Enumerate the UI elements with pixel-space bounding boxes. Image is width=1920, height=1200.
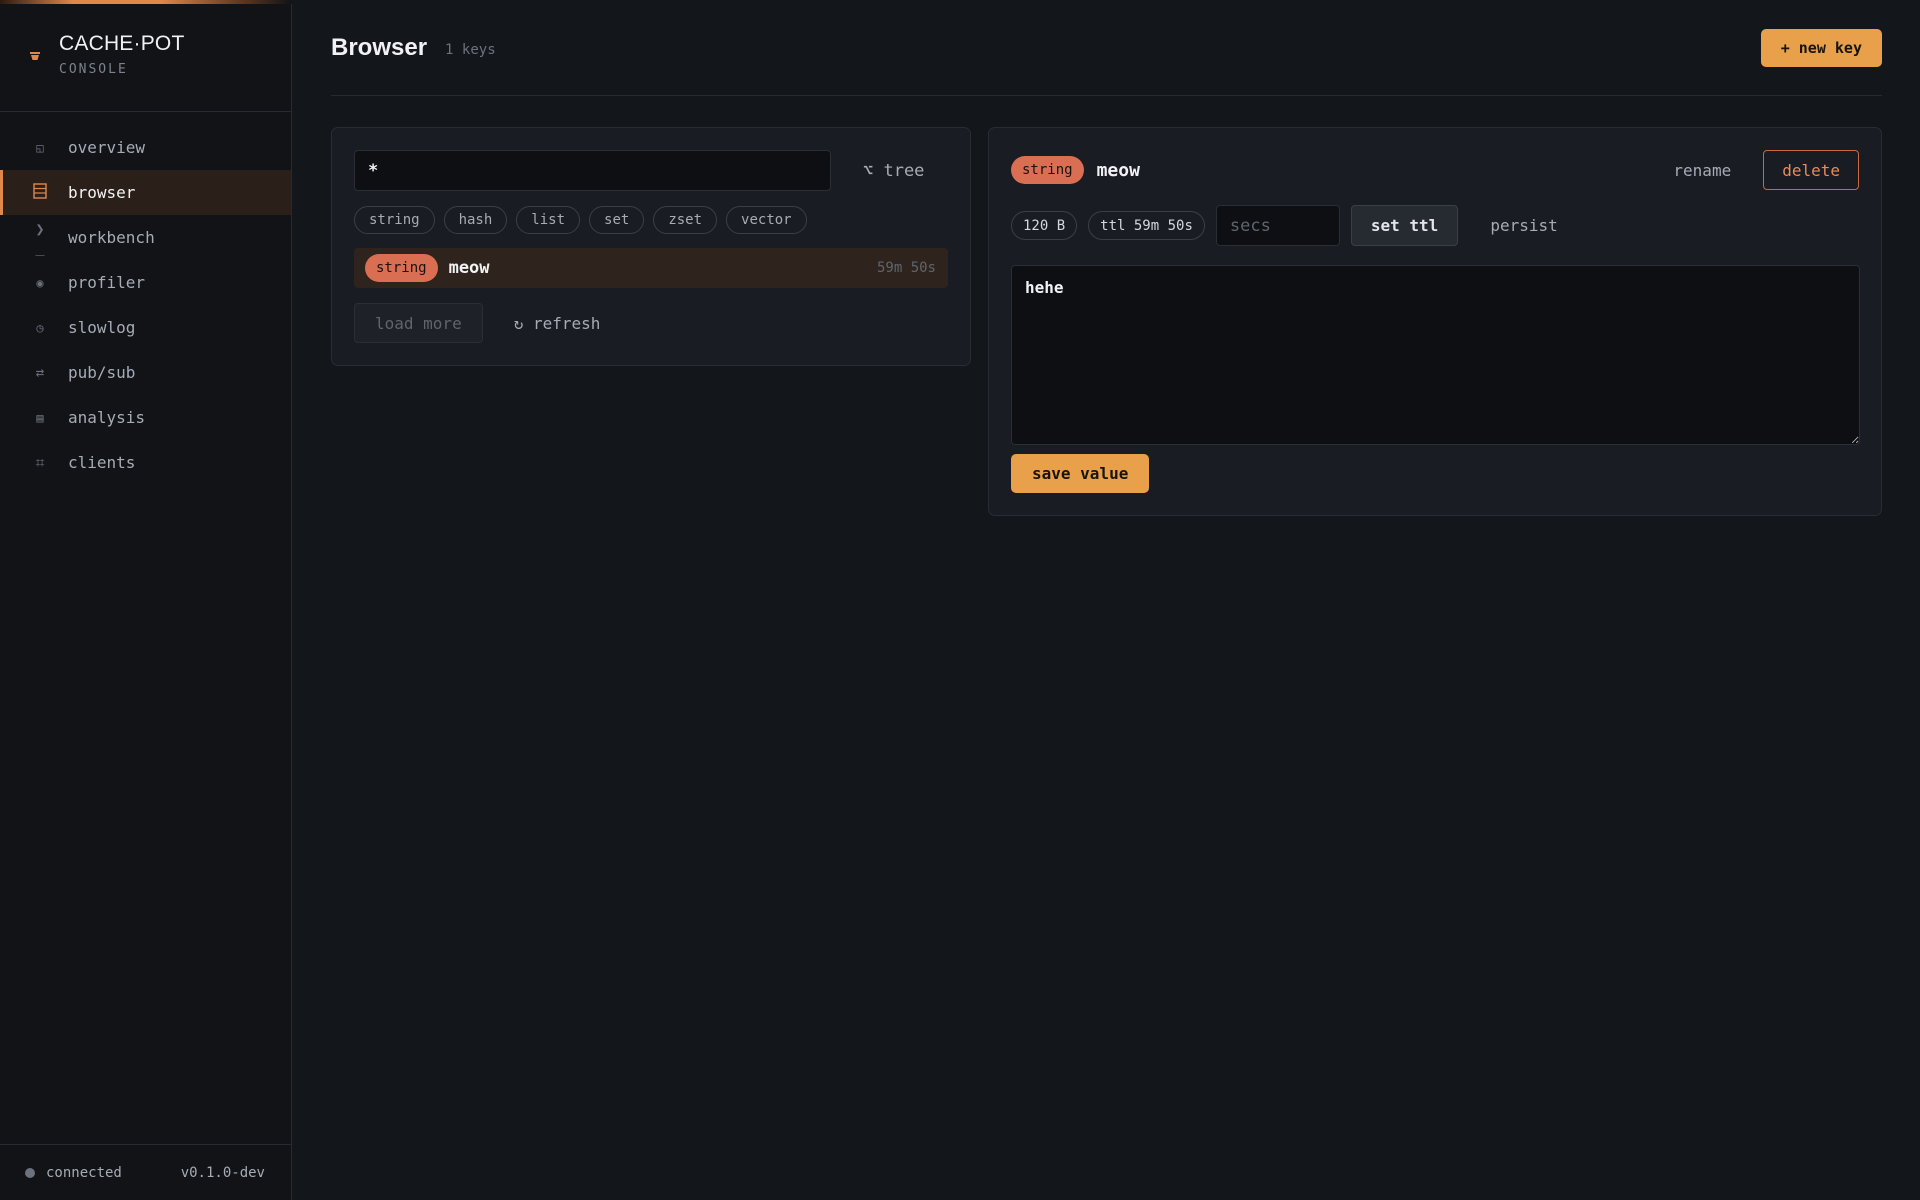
- sidebar-item-label: pub/sub: [68, 363, 136, 382]
- panels: ⌥ tree string hash list set zset vector …: [331, 127, 1882, 516]
- delete-button[interactable]: delete: [1763, 150, 1859, 190]
- detail-header: string meow rename delete: [1011, 150, 1859, 190]
- refresh-button[interactable]: ↻ refresh: [514, 314, 601, 333]
- app-version: v0.1.0-dev: [180, 1164, 265, 1181]
- size-badge: 120 B: [1011, 211, 1078, 240]
- connection-status: connected: [46, 1164, 122, 1181]
- sidebar-item-overview[interactable]: ◱ overview: [0, 125, 291, 170]
- analysis-icon: ▤: [36, 410, 44, 425]
- persist-button[interactable]: persist: [1490, 216, 1557, 235]
- page-title: Browser: [331, 33, 428, 61]
- sidebar-nav: ◱ overview browser ❯_ workbench ◉ profil…: [0, 112, 291, 485]
- key-pattern-input[interactable]: [354, 150, 831, 191]
- filter-chip-vector[interactable]: vector: [726, 206, 807, 234]
- filter-chip-string[interactable]: string: [354, 206, 435, 234]
- save-value-button[interactable]: save value: [1011, 454, 1150, 493]
- sidebar: CACHE·POT CONSOLE ◱ overview browser ❯_ …: [0, 0, 292, 1200]
- type-filter-chips: string hash list set zset vector: [354, 206, 948, 234]
- new-key-button[interactable]: + new key: [1760, 28, 1882, 67]
- sidebar-item-clients[interactable]: ⌗ clients: [0, 440, 291, 485]
- sidebar-item-label: analysis: [68, 408, 146, 427]
- sidebar-item-label: workbench: [68, 228, 155, 247]
- ttl-seconds-input[interactable]: [1215, 205, 1340, 246]
- search-row: ⌥ tree: [354, 150, 948, 191]
- sidebar-item-workbench[interactable]: ❯_ workbench: [0, 215, 291, 260]
- overview-icon: ◱: [36, 140, 44, 155]
- filter-chip-set[interactable]: set: [589, 206, 645, 234]
- clock-icon: ◷: [36, 320, 44, 335]
- sidebar-item-label: clients: [68, 453, 136, 472]
- load-more-button[interactable]: load more: [354, 303, 483, 343]
- sidebar-footer: connected v0.1.0-dev: [0, 1144, 291, 1200]
- cache-pot-logo-icon: [30, 52, 40, 60]
- set-ttl-button[interactable]: set ttl: [1350, 205, 1459, 246]
- filter-chip-list[interactable]: list: [516, 206, 581, 234]
- filter-chip-hash[interactable]: hash: [443, 206, 508, 234]
- browser-icon: [31, 183, 49, 202]
- sidebar-item-label: browser: [68, 183, 136, 202]
- hash-icon: ⌗: [35, 452, 45, 472]
- profiler-icon: ◉: [36, 275, 44, 290]
- detail-key-name: meow: [1096, 159, 1140, 181]
- brand: CACHE·POT CONSOLE: [0, 0, 291, 112]
- sidebar-item-label: profiler: [68, 273, 146, 292]
- page-header: Browser 1 keys + new key: [331, 0, 1882, 96]
- key-count: 1 keys: [445, 41, 496, 58]
- detail-type-badge: string: [1011, 156, 1084, 184]
- key-ttl: 59m 50s: [876, 260, 936, 276]
- brand-subtitle: CONSOLE: [59, 62, 128, 77]
- sidebar-item-label: overview: [68, 138, 146, 157]
- sidebar-item-browser[interactable]: browser: [0, 170, 291, 215]
- key-detail-panel: string meow rename delete 120 B ttl 59m …: [988, 127, 1882, 516]
- terminal-icon: ❯_: [35, 219, 45, 256]
- list-actions: load more ↻ refresh: [354, 303, 948, 343]
- sidebar-item-profiler[interactable]: ◉ profiler: [0, 260, 291, 305]
- key-name: meow: [448, 258, 490, 278]
- main-content: Browser 1 keys + new key ⌥ tree string h…: [292, 0, 1920, 1200]
- detail-meta-row: 120 B ttl 59m 50s set ttl persist: [1011, 205, 1859, 246]
- arrows-icon: ⇄: [35, 364, 45, 381]
- sidebar-item-pubsub[interactable]: ⇄ pub/sub: [0, 350, 291, 395]
- ttl-badge: ttl 59m 50s: [1088, 211, 1205, 240]
- filter-chip-zset[interactable]: zset: [653, 206, 718, 234]
- key-type-badge: string: [365, 254, 438, 282]
- sidebar-accent-line: [0, 0, 292, 4]
- sidebar-item-label: slowlog: [68, 318, 136, 337]
- sidebar-item-slowlog[interactable]: ◷ slowlog: [0, 305, 291, 350]
- tree-view-toggle[interactable]: ⌥ tree: [863, 161, 924, 181]
- brand-title: CACHE·POT: [59, 32, 185, 55]
- rename-button[interactable]: rename: [1673, 161, 1731, 180]
- connection-status-dot-icon: [25, 1167, 35, 1178]
- sidebar-item-analysis[interactable]: ▤ analysis: [0, 395, 291, 440]
- key-list-row[interactable]: string meow 59m 50s: [354, 248, 948, 288]
- value-editor[interactable]: hehe: [1011, 265, 1860, 445]
- key-list-panel: ⌥ tree string hash list set zset vector …: [331, 127, 971, 366]
